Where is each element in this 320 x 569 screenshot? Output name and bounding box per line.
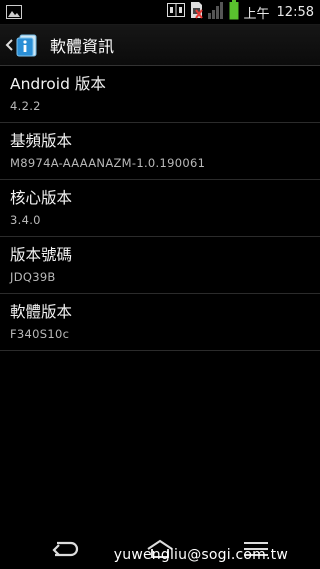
up-navigation-icon[interactable] <box>2 25 16 65</box>
status-bar: 上午 12:58 <box>0 0 320 25</box>
item-value: F340S10c <box>10 327 70 341</box>
status-ampm: 上午 <box>243 6 270 22</box>
list-item-build-number[interactable]: 版本號碼 JDQ39B <box>0 237 320 294</box>
item-title: Android 版本 <box>10 75 106 93</box>
item-value: M8974A-AAAANAZM-1.0.190061 <box>10 156 206 170</box>
signal-icon <box>207 1 224 23</box>
item-title: 版本號碼 <box>10 246 73 264</box>
software-info-list: Android 版本 4.2.2 基頻版本 M8974A-AAAANAZM-1.… <box>0 66 320 351</box>
page-title: 軟體資訊 <box>50 37 115 56</box>
gallery-icon <box>6 4 22 23</box>
item-value: JDQ39B <box>10 270 56 284</box>
nfc-icon <box>166 2 185 22</box>
item-title: 基頻版本 <box>10 132 73 150</box>
item-value: 4.2.2 <box>10 99 41 113</box>
list-item-kernel-version[interactable]: 核心版本 3.4.0 <box>0 180 320 237</box>
list-item-baseband-version[interactable]: 基頻版本 M8974A-AAAANAZM-1.0.190061 <box>0 123 320 180</box>
list-item-android-version[interactable]: Android 版本 4.2.2 <box>0 66 320 123</box>
no-sim-icon <box>190 1 203 23</box>
list-item-software-version[interactable]: 軟體版本 F340S10c <box>0 294 320 351</box>
status-time: 12:58 <box>276 4 314 20</box>
item-title: 軟體版本 <box>10 303 73 321</box>
back-icon[interactable] <box>44 534 84 564</box>
watermark-text: yuwengliu@sogi.com.tw <box>113 547 288 563</box>
battery-icon <box>229 0 239 24</box>
item-value: 3.4.0 <box>10 213 41 227</box>
action-bar: 軟體資訊 <box>0 25 320 66</box>
settings-info-icon[interactable] <box>16 32 42 58</box>
item-title: 核心版本 <box>10 189 73 207</box>
